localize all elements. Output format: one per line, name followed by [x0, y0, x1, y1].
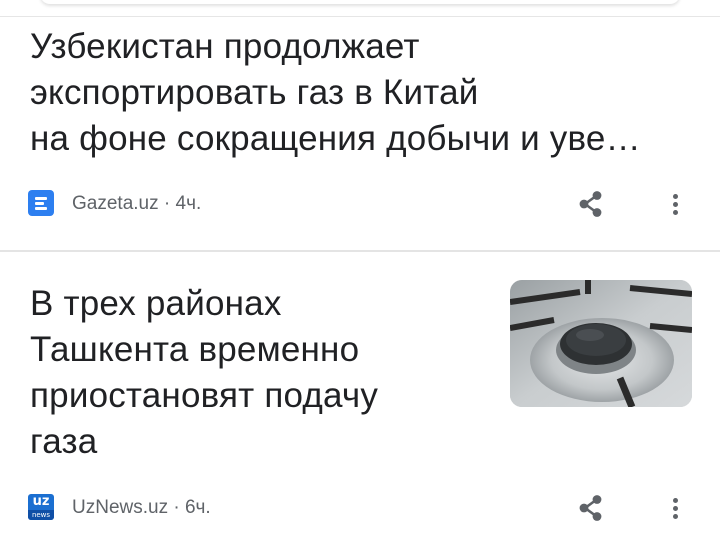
- more-options-button[interactable]: [664, 189, 688, 219]
- article-card[interactable]: Узбекистан продолжает экспортировать газ…: [0, 18, 720, 250]
- share-button[interactable]: [576, 189, 606, 219]
- article-meta-row: Gazeta.uz · 4ч.: [28, 189, 698, 219]
- gas-stove-burner-image: [510, 280, 692, 407]
- more-options-button[interactable]: [664, 493, 688, 523]
- news-feed: Узбекистан продолжает экспортировать газ…: [0, 0, 720, 541]
- article-source: UzNews.uz · 6ч.: [72, 497, 211, 519]
- source-name: Gazeta.uz: [72, 193, 159, 214]
- article-thumbnail[interactable]: [510, 280, 692, 407]
- headline-line: В трех районах: [30, 284, 282, 323]
- article-meta-row: uz news UzNews.uz · 6ч.: [28, 493, 698, 523]
- meta-separator: ·: [173, 497, 180, 518]
- share-button[interactable]: [576, 493, 606, 523]
- article-headline[interactable]: Узбекистан продолжает экспортировать газ…: [30, 24, 698, 162]
- publish-time: 6ч.: [184, 497, 211, 518]
- headline-line: на фоне сокращения добычи и уве…: [30, 119, 641, 158]
- share-icon: [579, 495, 602, 521]
- headline-line: Ташкента временно: [30, 330, 360, 369]
- headline-line: приостановят подачу: [30, 376, 379, 415]
- meta-separator: ·: [163, 193, 171, 214]
- article-source: Gazeta.uz · 4ч.: [72, 193, 201, 215]
- headline-line: Узбекистан продолжает: [30, 27, 420, 66]
- gazeta-logo-icon: [28, 190, 54, 216]
- source-name: UzNews.uz: [72, 497, 169, 518]
- publish-time: 4ч.: [175, 193, 202, 214]
- previous-card-bottom: [40, 0, 680, 4]
- article-headline[interactable]: В трех районах Ташкента временно приоста…: [30, 281, 470, 465]
- previous-card-edge: [0, 0, 720, 18]
- divider: [0, 16, 720, 17]
- share-icon: [579, 191, 602, 217]
- headline-line: экспортировать газ в Китай: [30, 73, 479, 112]
- headline-line: газа: [30, 422, 98, 461]
- article-card[interactable]: В трех районах Ташкента временно приоста…: [0, 251, 720, 541]
- uznews-logo-icon: uz news: [28, 494, 54, 520]
